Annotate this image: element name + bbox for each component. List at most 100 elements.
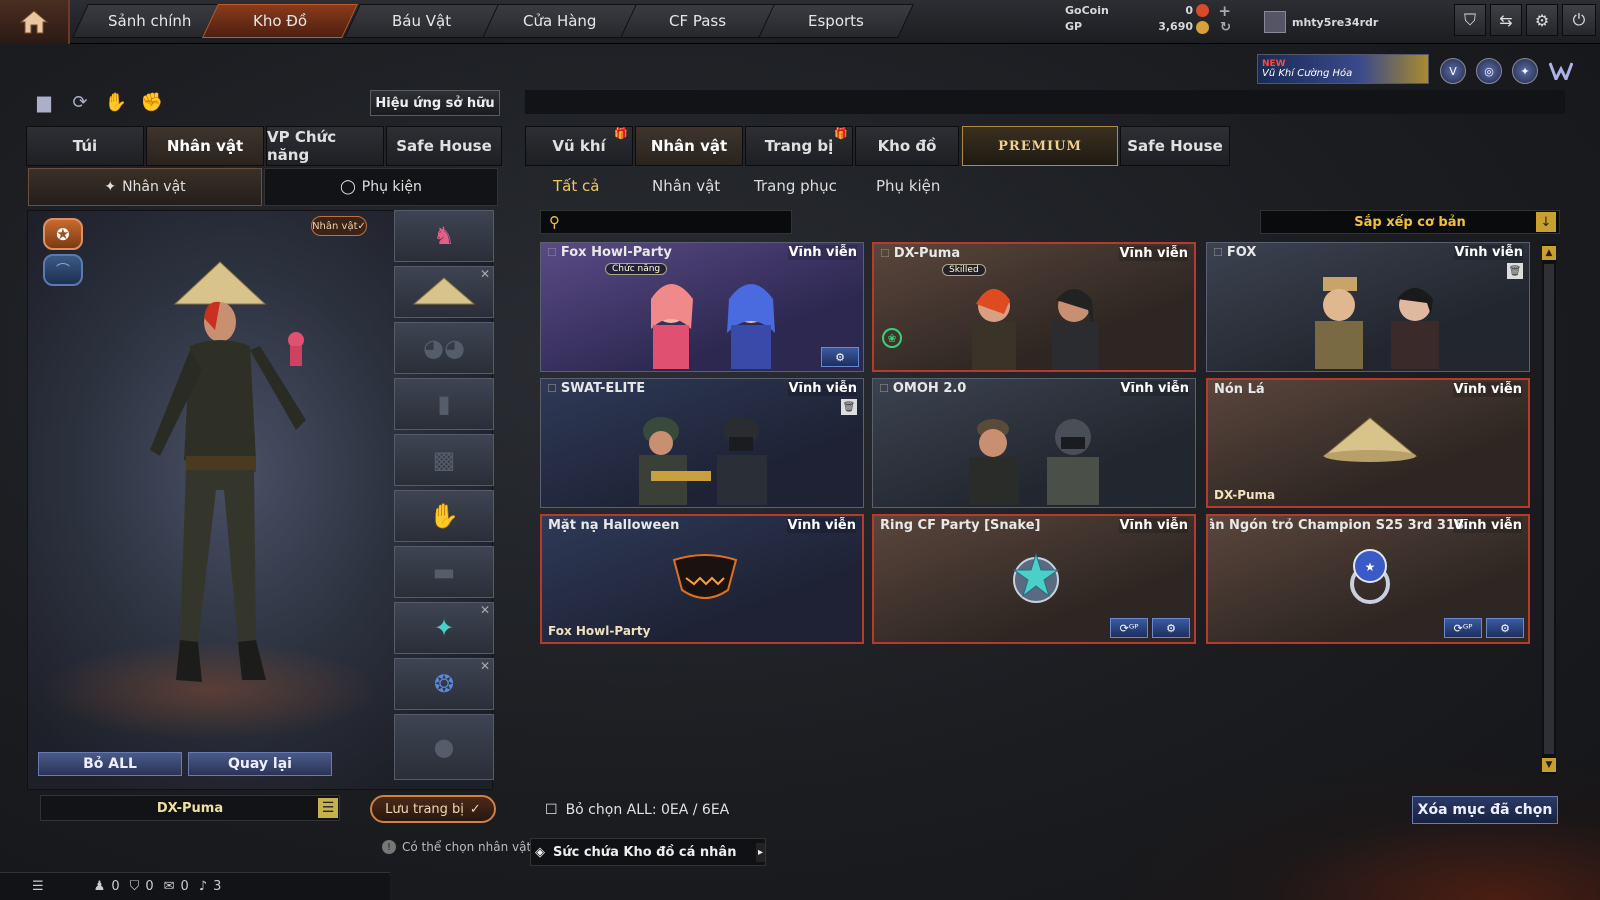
globe-badge-icon[interactable]: ◎ — [1476, 58, 1502, 84]
back-button[interactable]: Quay lại — [188, 752, 332, 776]
bookmark-icon[interactable]: ☐ — [1213, 246, 1223, 259]
settings-button[interactable]: ⚙ — [1486, 618, 1524, 638]
item-card[interactable]: ☐ DX-Puma Vĩnh viễn Skilled ❀ — [872, 242, 1196, 372]
promo-banner[interactable]: NEW Vũ Khí Cường Hóa — [1257, 54, 1429, 84]
filter-all[interactable]: Tất cả — [553, 172, 599, 200]
gear-icon: ⚙ — [1500, 621, 1510, 635]
item-card[interactable]: Mặt nạ Halloween Vĩnh viễn Fox Howl-Part… — [540, 514, 864, 644]
slot-pants[interactable]: ▬ — [394, 546, 494, 598]
trash-icon[interactable]: 🗑 — [841, 399, 857, 415]
scrollbar-thumb[interactable] — [1544, 264, 1554, 754]
left-tab-character[interactable]: Nhân vật — [146, 126, 264, 166]
add-currency-icon[interactable]: + — [1218, 2, 1231, 20]
filter-accessory[interactable]: Phụ kiện — [876, 172, 940, 200]
power-icon[interactable]: ⏻ — [1562, 4, 1596, 36]
scroll-up-arrow-icon[interactable]: ▲ — [1542, 246, 1556, 260]
vest-icon: ▩ — [432, 446, 456, 474]
conical-hat-icon — [1322, 417, 1418, 462]
gp-exchange-button[interactable]: ⟳ᴳᴾ — [1444, 618, 1482, 638]
clear-all-button[interactable]: Bỏ ALL — [38, 752, 182, 776]
item-card[interactable]: Nón Lá Vĩnh viễn DX-Puma — [1206, 378, 1530, 508]
v-badge-icon[interactable]: V — [1440, 58, 1466, 84]
clan-icon[interactable]: ⛉ — [1454, 4, 1486, 36]
ranking-icon[interactable]: ▆ — [30, 88, 58, 116]
item-card[interactable]: ☐ Fox Howl-Party Vĩnh viễn Chức năng ⚙ — [540, 242, 864, 372]
nav-tab-esports[interactable]: Esports — [758, 4, 914, 38]
right-tab-premium[interactable]: PREMIUM — [962, 126, 1118, 166]
slot-backpack[interactable]: ▮ — [394, 378, 494, 430]
settings-button[interactable]: ⚙ — [1152, 618, 1190, 638]
filter-character[interactable]: Nhân vật — [652, 172, 720, 200]
item-card[interactable]: ☐ FOX Vĩnh viễn 🗑 — [1206, 242, 1530, 372]
item-card[interactable]: ☐ SWAT-ELITE Vĩnh viễn 🗑 — [540, 378, 864, 508]
slot-hat[interactable]: ✕ — [394, 266, 494, 318]
right-tab-storage[interactable]: Kho đồ — [855, 126, 959, 166]
slot-gloves[interactable]: ✋ — [394, 490, 494, 542]
personal-storage-capacity[interactable]: ◈ Sức chứa Kho đồ cá nhân ▸ — [530, 838, 766, 866]
character-portrait — [1315, 277, 1439, 369]
refresh-icon[interactable]: ↻ — [1220, 20, 1231, 35]
left-tab-vp-function[interactable]: VP Chức năng — [266, 126, 384, 166]
class-fox-icon[interactable]: ✪ — [43, 218, 83, 250]
bookmark-icon[interactable]: ☐ — [879, 382, 889, 395]
sort-dropdown[interactable]: Sắp xếp cơ bản — [1260, 210, 1560, 234]
slot-ring-1[interactable]: ✦ ✕ — [394, 602, 494, 654]
item-card[interactable]: Nhẫn Ngón trỏ Champion S25 3rd 318 Vĩnh … — [1206, 514, 1530, 644]
nav-tab-shop[interactable]: Cửa Hàng — [482, 4, 638, 38]
owned-effects-button[interactable]: Hiệu ứng sở hữu — [370, 90, 500, 116]
search-box[interactable]: ⚲ — [540, 210, 792, 234]
rotate-icon[interactable]: ⟳ — [66, 88, 94, 116]
glove-icon[interactable]: ✊ — [138, 88, 166, 116]
item-card[interactable]: Ring CF Party [Snake] Vĩnh viễn ⟳ᴳᴾ ⚙ — [872, 514, 1196, 644]
home-button[interactable] — [0, 0, 70, 44]
filter-costume[interactable]: Trang phục — [754, 172, 837, 200]
function-settings-button[interactable]: ⚙ — [821, 347, 859, 367]
sort-arrow-icon[interactable]: ↓ — [1536, 212, 1556, 232]
clan-counter[interactable]: ⛉ 0 — [130, 879, 154, 894]
subtab-accessory[interactable]: ◯ Phụ kiện — [264, 168, 498, 206]
right-tab-safe-house[interactable]: Safe House — [1120, 126, 1230, 166]
friends-counter[interactable]: ♟ 0 — [94, 879, 120, 894]
slot-vest[interactable]: ▩ — [394, 434, 494, 486]
friends-icon: ♟ — [93, 879, 106, 894]
right-tab-equipment[interactable]: Trang bị 🎁 — [745, 126, 853, 166]
remove-icon[interactable]: ✕ — [480, 267, 490, 281]
slot-mask[interactable]: ● — [394, 714, 494, 780]
scroll-down-arrow-icon[interactable]: ▼ — [1542, 758, 1556, 772]
subtab-character[interactable]: ✦ Nhân vật — [28, 168, 262, 206]
bookmark-icon[interactable]: ☐ — [545, 802, 558, 818]
menu-icon[interactable]: ☰ — [318, 798, 338, 818]
nav-tab-cf-pass[interactable]: CF Pass — [620, 4, 776, 38]
slot-pet[interactable]: ♞ — [394, 210, 494, 262]
target-badge-icon[interactable]: ✦ — [1512, 58, 1538, 84]
nav-tab-treasure[interactable]: Báu Vật — [344, 4, 500, 38]
exit-room-icon[interactable]: ⇆ — [1490, 4, 1522, 36]
save-equipment-button[interactable]: Lưu trang bị ✓ — [370, 795, 496, 823]
list-icon[interactable]: ☰ — [32, 879, 44, 894]
settings-gear-icon[interactable]: ⚙ — [1526, 4, 1558, 36]
gp-exchange-button[interactable]: ⟳ᴳᴾ — [1110, 618, 1148, 638]
chat-icon: ✉ — [163, 879, 175, 894]
bookmark-icon[interactable]: ☐ — [547, 382, 557, 395]
slot-glasses[interactable]: ◕◕ — [394, 322, 494, 374]
slot-ring-2[interactable]: ❂ ✕ — [394, 658, 494, 710]
w-logo-icon[interactable] — [1548, 58, 1574, 84]
chat-counter[interactable]: ✉ 0 — [164, 879, 189, 894]
user-profile[interactable]: mhty5re34rdr — [1264, 6, 1444, 38]
remove-icon[interactable]: ✕ — [480, 603, 490, 617]
volume-counter[interactable]: ♪ 3 — [199, 879, 222, 894]
left-tab-safe-house[interactable]: Safe House — [386, 126, 502, 166]
remove-icon[interactable]: ✕ — [480, 659, 490, 673]
item-card[interactable]: ☐ OMOH 2.0 Vĩnh viễn — [872, 378, 1196, 508]
right-tab-characters[interactable]: Nhân vật — [635, 126, 743, 166]
bookmark-icon[interactable]: ☐ — [547, 246, 557, 259]
left-tab-bag[interactable]: Túi — [26, 126, 144, 166]
pose-icon[interactable]: ✋ — [102, 88, 130, 116]
trash-icon[interactable]: 🗑 — [1507, 263, 1523, 279]
delete-selected-button[interactable]: Xóa mục đã chọn — [1412, 796, 1558, 824]
bookmark-icon[interactable]: ☐ — [880, 247, 890, 260]
nav-tab-inventory[interactable]: Kho Đồ — [202, 4, 358, 38]
right-tab-weapons[interactable]: Vũ khí 🎁 — [525, 126, 633, 166]
search-input[interactable] — [568, 214, 768, 230]
class-shield-icon[interactable]: ⌒ — [43, 254, 83, 286]
